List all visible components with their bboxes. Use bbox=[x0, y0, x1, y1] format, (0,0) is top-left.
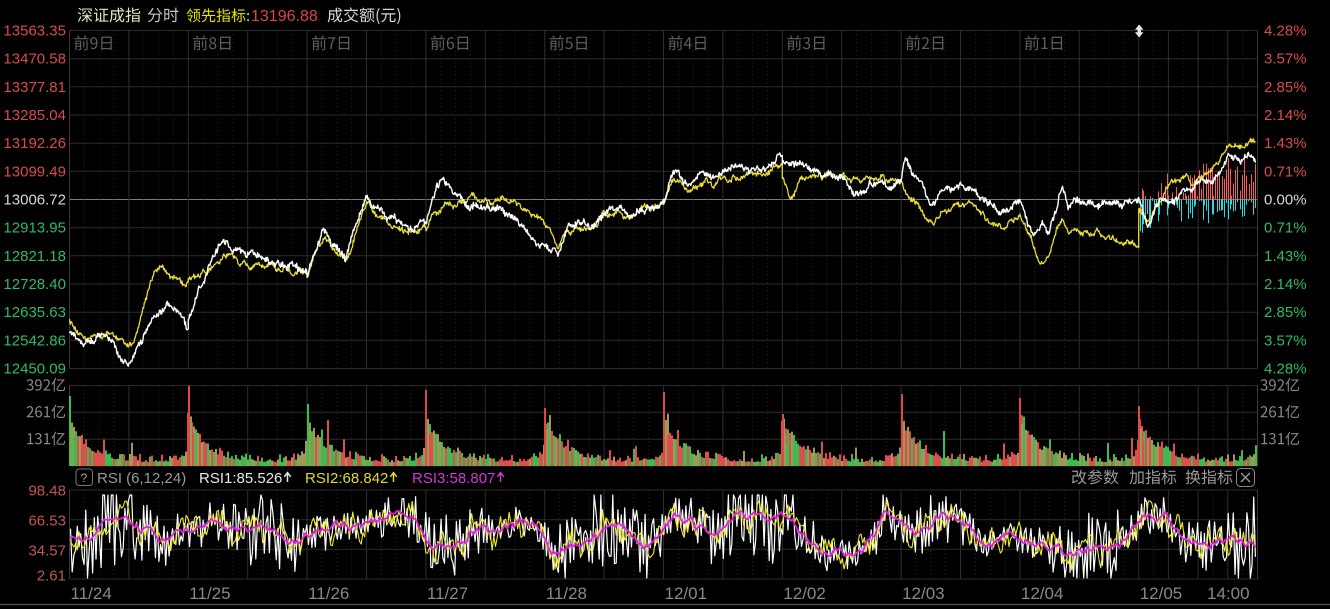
svg-text:2.14%: 2.14% bbox=[1264, 276, 1307, 293]
svg-text:13470.58: 13470.58 bbox=[3, 51, 66, 68]
svg-text:13006.72: 13006.72 bbox=[3, 192, 66, 209]
svg-text:12/03: 12/03 bbox=[902, 584, 945, 603]
svg-text:12/01: 12/01 bbox=[665, 584, 708, 603]
svg-text:RSI3:58.807: RSI3:58.807 bbox=[412, 470, 495, 487]
svg-text:4.28%: 4.28% bbox=[1264, 23, 1307, 40]
svg-text:?: ? bbox=[81, 471, 88, 485]
svg-text:2.85%: 2.85% bbox=[1264, 304, 1307, 321]
svg-text:0.00%: 0.00% bbox=[1264, 192, 1307, 209]
svg-text:1.43%: 1.43% bbox=[1264, 135, 1307, 152]
svg-text:12635.63: 12635.63 bbox=[3, 304, 66, 321]
svg-text:4.28%: 4.28% bbox=[1264, 361, 1307, 378]
svg-text:12/04: 12/04 bbox=[1021, 584, 1064, 603]
svg-text:34.57: 34.57 bbox=[28, 543, 66, 560]
svg-text:2.85%: 2.85% bbox=[1264, 79, 1307, 96]
svg-text:11/27: 11/27 bbox=[427, 584, 468, 603]
svg-text:11/25: 11/25 bbox=[189, 584, 230, 603]
svg-text:1.43%: 1.43% bbox=[1264, 248, 1307, 265]
svg-text:2.14%: 2.14% bbox=[1264, 107, 1307, 124]
svg-text:66.53: 66.53 bbox=[28, 513, 66, 530]
svg-text:12/05: 12/05 bbox=[1140, 584, 1183, 603]
svg-text:11/26: 11/26 bbox=[308, 584, 349, 603]
svg-text:98.48: 98.48 bbox=[28, 483, 66, 500]
svg-text:11/24: 11/24 bbox=[71, 584, 112, 603]
svg-text:13192.26: 13192.26 bbox=[3, 135, 66, 152]
svg-text:0.71%: 0.71% bbox=[1264, 163, 1307, 180]
svg-text:13099.49: 13099.49 bbox=[3, 163, 66, 180]
svg-text:12728.40: 12728.40 bbox=[3, 276, 66, 293]
svg-text:13285.04: 13285.04 bbox=[3, 107, 66, 124]
svg-text:0.71%: 0.71% bbox=[1264, 220, 1307, 237]
svg-text:3.57%: 3.57% bbox=[1264, 51, 1307, 68]
svg-text:13563.35: 13563.35 bbox=[3, 23, 66, 40]
svg-text:2.61: 2.61 bbox=[37, 568, 66, 585]
svg-text:12/02: 12/02 bbox=[783, 584, 826, 603]
svg-text:RSI1:85.526: RSI1:85.526 bbox=[199, 470, 282, 487]
svg-text:RSI (6,12,24): RSI (6,12,24) bbox=[97, 470, 186, 487]
svg-text:11/28: 11/28 bbox=[546, 584, 587, 603]
svg-text:13196.88: 13196.88 bbox=[251, 8, 318, 25]
svg-text:12913.95: 12913.95 bbox=[3, 220, 66, 237]
svg-text:14:00: 14:00 bbox=[1207, 584, 1250, 603]
svg-text:13377.81: 13377.81 bbox=[3, 79, 66, 96]
svg-text:12450.09: 12450.09 bbox=[3, 361, 66, 378]
svg-text:3.57%: 3.57% bbox=[1264, 332, 1307, 349]
svg-text:12542.86: 12542.86 bbox=[3, 332, 66, 349]
svg-text:RSI2:68.842: RSI2:68.842 bbox=[305, 470, 388, 487]
svg-text:12821.18: 12821.18 bbox=[3, 248, 66, 265]
